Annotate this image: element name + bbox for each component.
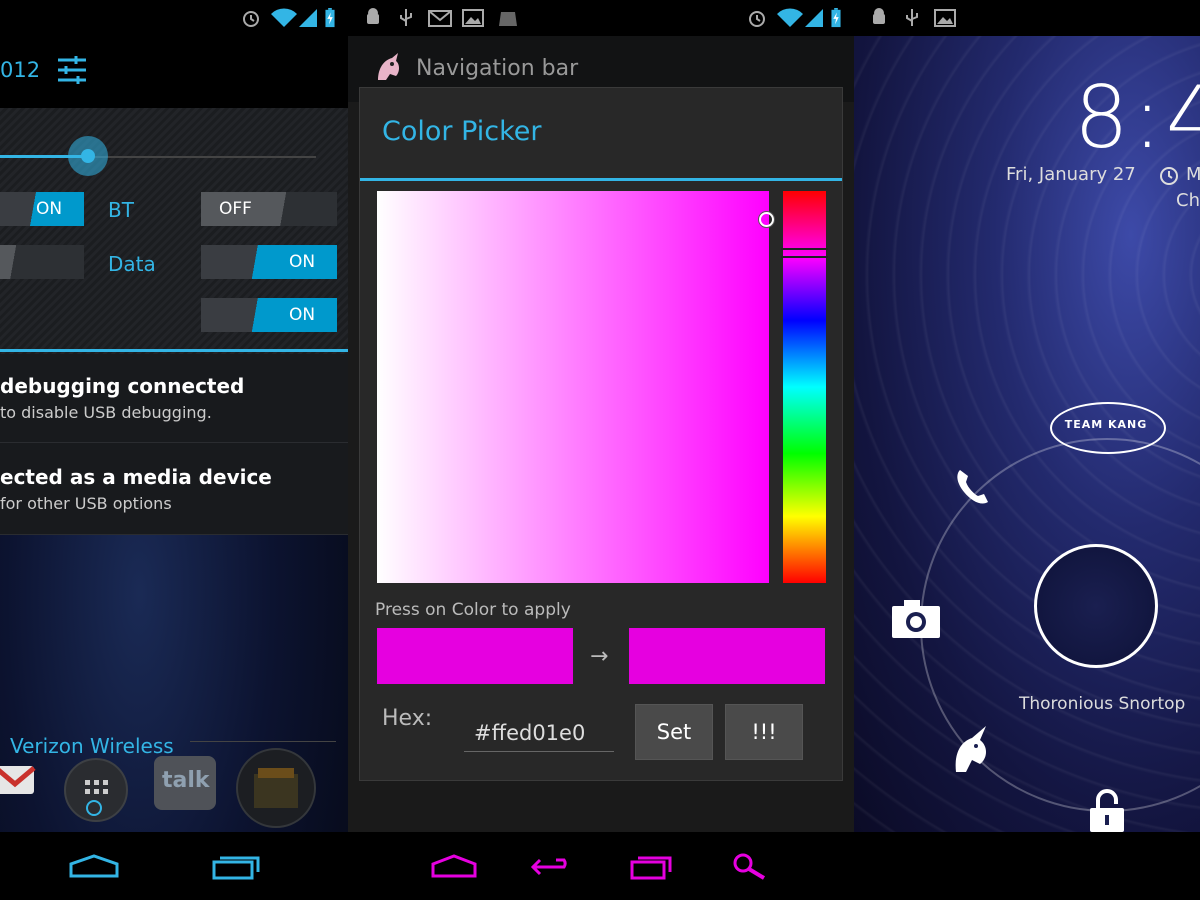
bt-label: BT: [108, 198, 134, 222]
toggle-unknown[interactable]: [0, 245, 84, 279]
usb-icon: [906, 9, 918, 26]
wifi-icon: [271, 8, 297, 27]
navigation-bar: [0, 832, 348, 900]
status-bar: [0, 0, 348, 36]
shade-header: [0, 36, 348, 108]
recent-apps-icon[interactable]: [212, 852, 262, 880]
toggle-state: ON: [289, 252, 316, 272]
toggle-data[interactable]: ON: [201, 245, 337, 279]
image-icon: [934, 9, 956, 27]
signal-icon: [299, 9, 317, 27]
home-icon[interactable]: [68, 854, 120, 878]
toggle-state: OFF: [219, 199, 252, 219]
alert-button[interactable]: !!!: [725, 704, 803, 760]
toggle-state: ON: [36, 199, 63, 219]
home-icon[interactable]: [430, 854, 478, 878]
notification-usb-debugging[interactable]: debugging connected to disable USB debug…: [0, 352, 348, 443]
apply-instruction: Press on Color to apply: [375, 600, 571, 620]
alarm-icon: [1160, 167, 1178, 185]
camera-icon[interactable]: [890, 598, 942, 640]
color-picker-panel: Navigation bar Color Picker Press on Col…: [348, 0, 854, 900]
brightness-knob[interactable]: [81, 149, 95, 163]
new-color-swatch[interactable]: [629, 628, 825, 684]
back-icon[interactable]: [530, 856, 576, 878]
lock-screen-panel: 8:4 Fri, January 27 M Ch TEAM KANG Thoro…: [854, 0, 1200, 900]
toggle-wifi[interactable]: ON: [0, 192, 84, 226]
talk-icon[interactable]: talk: [154, 756, 216, 810]
lock-date: Fri, January 27: [1006, 164, 1136, 185]
alarm-icon: [243, 11, 259, 27]
color-picker-dialog: Color Picker Press on Color to apply → H…: [360, 88, 842, 780]
saturation-value-picker[interactable]: [377, 191, 769, 583]
gmail-icon[interactable]: [0, 760, 36, 800]
hex-label: Hex:: [382, 706, 433, 731]
shade-date: 012: [0, 58, 41, 82]
saturation-value-cursor[interactable]: [759, 212, 774, 227]
navigation-bar: [854, 832, 1200, 900]
lock-owner-fragment: Ch: [1176, 190, 1200, 211]
arrow-icon: →: [590, 644, 609, 669]
wifi-icon: [777, 8, 803, 27]
notification-shade-panel: Verizon Wireless talk debugging connecte…: [0, 0, 348, 900]
recent-apps-icon[interactable]: [630, 852, 674, 880]
alarm-icon: [749, 11, 765, 27]
search-icon[interactable]: [732, 852, 768, 880]
notification-title: debugging connected: [0, 374, 245, 398]
owner-info: Thoronious Snortop: [1019, 694, 1186, 714]
drawer-indicator: [86, 800, 102, 816]
lock-alarm-text: M: [1186, 164, 1200, 185]
old-color-swatch[interactable]: [377, 628, 573, 684]
unicorn-app-icon: [378, 53, 399, 80]
team-kang-text: TEAM KANG: [1064, 418, 1148, 431]
notification-title: ected as a media device: [0, 465, 272, 489]
image-icon: [462, 9, 484, 27]
market-notification-icon: [499, 12, 517, 26]
signal-icon: [805, 9, 823, 27]
app-title: Navigation bar: [416, 56, 579, 81]
unlock-handle[interactable]: [1034, 544, 1158, 668]
unicorn-icon[interactable]: [948, 724, 994, 776]
status-bar: [854, 0, 1200, 36]
carrier-label: Verizon Wireless: [10, 734, 174, 758]
android-debug-icon: [873, 8, 885, 24]
hue-slider-marker[interactable]: [781, 248, 828, 258]
navigation-bar: [348, 832, 854, 900]
gmail-notification-icon: [428, 10, 452, 27]
market-icon[interactable]: [236, 748, 316, 828]
battery-charging-icon: [325, 8, 335, 28]
battery-charging-icon: [831, 8, 841, 28]
data-label: Data: [108, 252, 156, 276]
unlock-icon[interactable]: [1088, 788, 1126, 834]
carrier-divider: [190, 741, 336, 742]
usb-icon: [400, 9, 412, 26]
lock-clock: 8:4: [1074, 68, 1200, 168]
set-button[interactable]: Set: [635, 704, 713, 760]
toggle-bt[interactable]: OFF: [201, 192, 337, 226]
notification-subtitle: to disable USB debugging.: [0, 403, 212, 422]
hex-input[interactable]: [464, 714, 614, 752]
dialog-title-divider: [360, 178, 842, 181]
status-bar: [348, 0, 854, 36]
toggle-state: ON: [289, 305, 316, 325]
android-debug-icon: [367, 8, 379, 24]
phone-icon[interactable]: [950, 466, 994, 510]
settings-sliders-icon[interactable]: [56, 55, 88, 85]
notification-media-device[interactable]: ected as a media device for other USB op…: [0, 443, 348, 535]
talk-icon-label: talk: [162, 768, 210, 793]
quick-settings-divider: [0, 349, 348, 352]
toggle-row3[interactable]: ON: [201, 298, 337, 332]
notification-subtitle: for other USB options: [0, 494, 172, 513]
dialog-title: Color Picker: [382, 116, 542, 147]
